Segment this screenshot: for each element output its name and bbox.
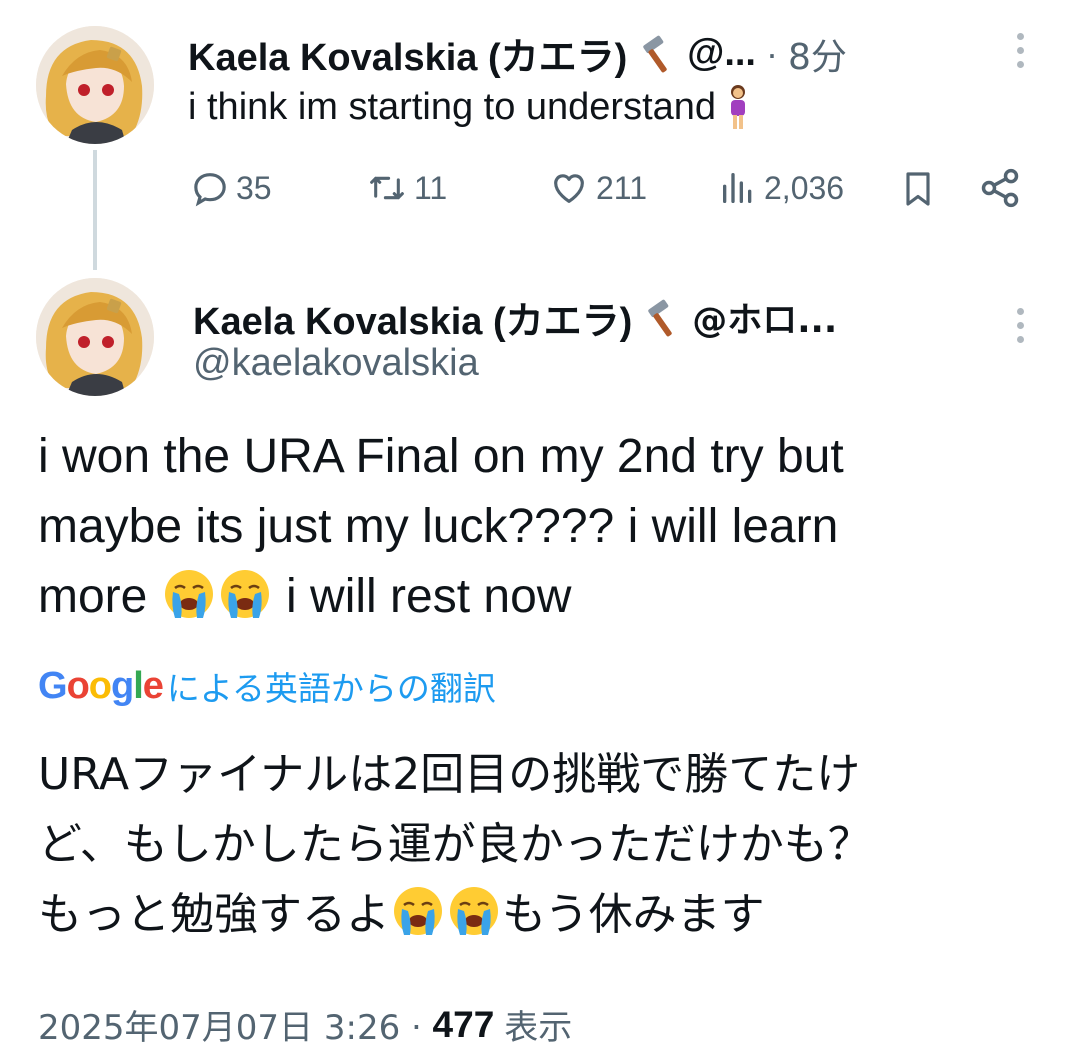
repost-button[interactable]: 11: [366, 168, 447, 208]
tweet-body-line: maybe its just my luck???? i will learn: [38, 500, 839, 553]
handle[interactable]: @kaelakovalskia: [193, 342, 479, 385]
translated-text-part: もう休みます: [502, 889, 765, 940]
author-handle[interactable]: @...: [687, 32, 756, 75]
like-count: 211: [596, 169, 648, 206]
translated-line: ど、もしかしたら運が良かっただけかも？: [38, 819, 872, 870]
bookmark-icon: [906, 172, 930, 206]
timestamp[interactable]: 2025年07月07日 3:26: [38, 1000, 400, 1049]
tweet-body-text: more: [38, 570, 148, 623]
reply-count: 35: [236, 169, 272, 206]
share-button[interactable]: [978, 166, 1022, 214]
crying-emoji: [219, 568, 271, 620]
person-emoji: [731, 85, 746, 129]
views-label: 表示: [504, 1008, 573, 1048]
tweet2-header: Kaela Kovalskia (カエラ) @ホロ...: [193, 290, 837, 345]
repost-count: 11: [414, 169, 448, 206]
tweet-text: i think im starting to understand: [188, 85, 717, 128]
translation-attribution[interactable]: Google による英語からの翻訳: [38, 662, 496, 710]
translated-text: URAファイナルは2回目の挑戦で勝てたけ ど、もしかしたら運が良かっただけかも？…: [38, 740, 872, 950]
view-count: 477: [432, 1003, 495, 1045]
hammer-emoji: [637, 34, 677, 74]
reply-button[interactable]: 35: [190, 168, 272, 208]
tweet-body-line-3: more i will rest now: [38, 562, 844, 632]
tweet-body: i won the URA Final on my 2nd try but ma…: [38, 422, 844, 632]
views-icon: [723, 173, 752, 203]
thread-connector-line: [93, 150, 97, 270]
more-icon[interactable]: [1015, 308, 1025, 350]
translated-line: URAファイナルは2回目の挑戦で勝てたけ: [38, 749, 861, 800]
crying-emoji: [448, 885, 500, 937]
avatar[interactable]: [36, 278, 154, 396]
separator-dot: ·: [766, 32, 778, 74]
author-name[interactable]: Kaela Kovalskia (カエラ): [188, 26, 627, 81]
translated-text-part: もっと勉強するよ: [38, 889, 390, 940]
tweet1-text-row: i think im starting to understand: [188, 84, 750, 130]
share-icon: [981, 168, 1019, 208]
like-icon: [554, 174, 584, 203]
author-name[interactable]: Kaela Kovalskia (カエラ): [193, 290, 632, 345]
crying-emoji: [392, 885, 444, 937]
separator-dot: ·: [410, 1003, 423, 1045]
tweet-body-line: i won the URA Final on my 2nd try but: [38, 430, 844, 483]
tweet-body-text: i will rest now: [286, 570, 572, 623]
repost-icon: [370, 176, 404, 200]
tweet-meta: 2025年07月07日 3:26 · 477 表示: [38, 1000, 572, 1049]
avatar[interactable]: [36, 26, 154, 144]
bookmark-button[interactable]: [898, 168, 938, 214]
crying-emoji: [163, 568, 215, 620]
hammer-emoji: [642, 298, 682, 338]
translation-label: による英語からの翻訳: [166, 669, 496, 708]
views-count: 2,036: [764, 169, 845, 206]
google-logo: Google: [38, 664, 164, 707]
reply-icon: [194, 173, 226, 207]
more-icon[interactable]: [1015, 33, 1025, 75]
translated-line-3: もっと勉強するよ もう休みます: [38, 880, 872, 950]
tweet1-header: Kaela Kovalskia (カエラ) @... · 8分: [188, 26, 847, 81]
author-handle[interactable]: @ホロ...: [692, 292, 837, 343]
views-button[interactable]: 2,036: [718, 168, 844, 208]
tweet-time[interactable]: 8分: [788, 28, 847, 80]
like-button[interactable]: 211: [548, 168, 647, 208]
